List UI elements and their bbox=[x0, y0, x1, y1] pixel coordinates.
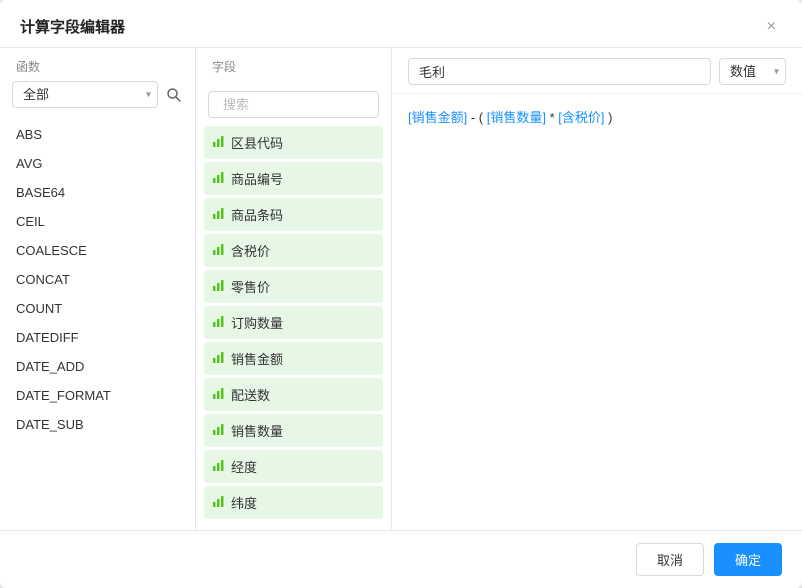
bar-chart-icon bbox=[212, 315, 225, 331]
function-item[interactable]: AVG bbox=[0, 149, 195, 178]
field-item[interactable]: 商品条码 bbox=[204, 198, 383, 231]
field-item[interactable]: 订购数量 bbox=[204, 306, 383, 339]
formula-display: [销售金额] - ( [销售数量] * [含税价] ) bbox=[408, 108, 786, 129]
field-item[interactable]: 销售金额 bbox=[204, 342, 383, 375]
function-type-select[interactable]: 全部 数学 文本 日期 聚合 bbox=[12, 81, 158, 108]
functions-panel-label: 函数 bbox=[0, 48, 195, 81]
formula-op-2: * bbox=[546, 110, 558, 125]
field-name-input[interactable] bbox=[408, 58, 711, 85]
fields-panel: 字段 区县代码商品编号商品条码含税价零售价订购数量销售金额配送数销售数量经度纬度 bbox=[196, 48, 392, 530]
functions-list: ABSAVGBASE64CEILCOALESCECONCATCOUNTDATED… bbox=[0, 116, 195, 530]
field-item-label: 商品编号 bbox=[231, 169, 283, 188]
field-type-select[interactable]: 数值 文本 日期 布尔 bbox=[719, 58, 786, 85]
field-item[interactable]: 区县代码 bbox=[204, 126, 383, 159]
function-item[interactable]: DATE_SUB bbox=[0, 410, 195, 439]
field-item-label: 含税价 bbox=[231, 241, 270, 260]
type-select-wrapper: 数值 文本 日期 布尔 ▾ bbox=[719, 58, 786, 85]
bar-chart-icon bbox=[212, 387, 225, 403]
editor-panel: 数值 文本 日期 布尔 ▾ [销售金额] - ( [销售数量] * [含税价] … bbox=[392, 48, 802, 530]
bar-chart-icon bbox=[212, 423, 225, 439]
bar-chart-icon bbox=[212, 243, 225, 259]
field-item[interactable]: 销售数量 bbox=[204, 414, 383, 447]
function-item[interactable]: COUNT bbox=[0, 294, 195, 323]
fields-search-inner bbox=[208, 91, 379, 118]
bar-chart-icon bbox=[212, 351, 225, 367]
field-item[interactable]: 零售价 bbox=[204, 270, 383, 303]
formula-field-sales: [销售金额] bbox=[408, 110, 467, 125]
field-item-label: 订购数量 bbox=[231, 313, 283, 332]
function-item[interactable]: DATE_FORMAT bbox=[0, 381, 195, 410]
bar-chart-icon bbox=[212, 495, 225, 511]
function-item[interactable]: COALESCE bbox=[0, 236, 195, 265]
function-item[interactable]: CEIL bbox=[0, 207, 195, 236]
function-item[interactable]: BASE64 bbox=[0, 178, 195, 207]
formula-op-3: ) bbox=[605, 110, 613, 125]
fields-panel-label: 字段 bbox=[196, 48, 391, 81]
formula-area[interactable]: [销售金额] - ( [销售数量] * [含税价] ) bbox=[392, 94, 802, 530]
confirm-button[interactable]: 确定 bbox=[714, 543, 782, 576]
dialog: 计算字段编辑器 × 函数 全部 数学 文本 日期 聚合 ▾ bbox=[0, 0, 802, 588]
bar-chart-icon bbox=[212, 171, 225, 187]
field-item-label: 销售数量 bbox=[231, 421, 283, 440]
search-icon bbox=[166, 87, 181, 102]
function-type-select-wrapper: 全部 数学 文本 日期 聚合 ▾ bbox=[12, 81, 158, 108]
field-item-label: 经度 bbox=[231, 457, 257, 476]
field-item[interactable]: 商品编号 bbox=[204, 162, 383, 195]
function-item[interactable]: CONCAT bbox=[0, 265, 195, 294]
dialog-title: 计算字段编辑器 bbox=[20, 16, 125, 37]
field-item-label: 配送数 bbox=[231, 385, 270, 404]
bar-chart-icon bbox=[212, 207, 225, 223]
field-item-label: 零售价 bbox=[231, 277, 270, 296]
cancel-button[interactable]: 取消 bbox=[636, 543, 704, 576]
field-item-label: 纬度 bbox=[231, 493, 257, 512]
field-item[interactable]: 纬度 bbox=[204, 486, 383, 519]
fields-list: 区县代码商品编号商品条码含税价零售价订购数量销售金额配送数销售数量经度纬度 bbox=[196, 126, 391, 530]
close-button[interactable]: × bbox=[761, 17, 782, 37]
editor-header: 数值 文本 日期 布尔 ▾ bbox=[392, 48, 802, 94]
field-item-label: 商品条码 bbox=[231, 205, 283, 224]
fields-search-input[interactable] bbox=[223, 97, 399, 112]
bar-chart-icon bbox=[212, 459, 225, 475]
function-item[interactable]: DATEDIFF bbox=[0, 323, 195, 352]
functions-panel: 函数 全部 数学 文本 日期 聚合 ▾ bbox=[0, 48, 196, 530]
formula-field-tax: [含税价] bbox=[558, 110, 604, 125]
formula-field-qty: [销售数量] bbox=[487, 110, 546, 125]
field-item-label: 区县代码 bbox=[231, 133, 283, 152]
function-item[interactable]: ABS bbox=[0, 120, 195, 149]
dialog-header: 计算字段编辑器 × bbox=[0, 0, 802, 48]
field-item[interactable]: 经度 bbox=[204, 450, 383, 483]
formula-op-1: - ( bbox=[467, 110, 483, 125]
function-search-button[interactable] bbox=[164, 85, 183, 104]
fields-search-container bbox=[196, 81, 391, 126]
function-item[interactable]: DATE_ADD bbox=[0, 352, 195, 381]
bar-chart-icon bbox=[212, 135, 225, 151]
dialog-footer: 取消 确定 bbox=[0, 530, 802, 588]
field-item[interactable]: 配送数 bbox=[204, 378, 383, 411]
field-item-label: 销售金额 bbox=[231, 349, 283, 368]
dialog-body: 函数 全部 数学 文本 日期 聚合 ▾ bbox=[0, 48, 802, 530]
functions-filter: 全部 数学 文本 日期 聚合 ▾ bbox=[0, 81, 195, 116]
bar-chart-icon bbox=[212, 279, 225, 295]
field-item[interactable]: 含税价 bbox=[204, 234, 383, 267]
